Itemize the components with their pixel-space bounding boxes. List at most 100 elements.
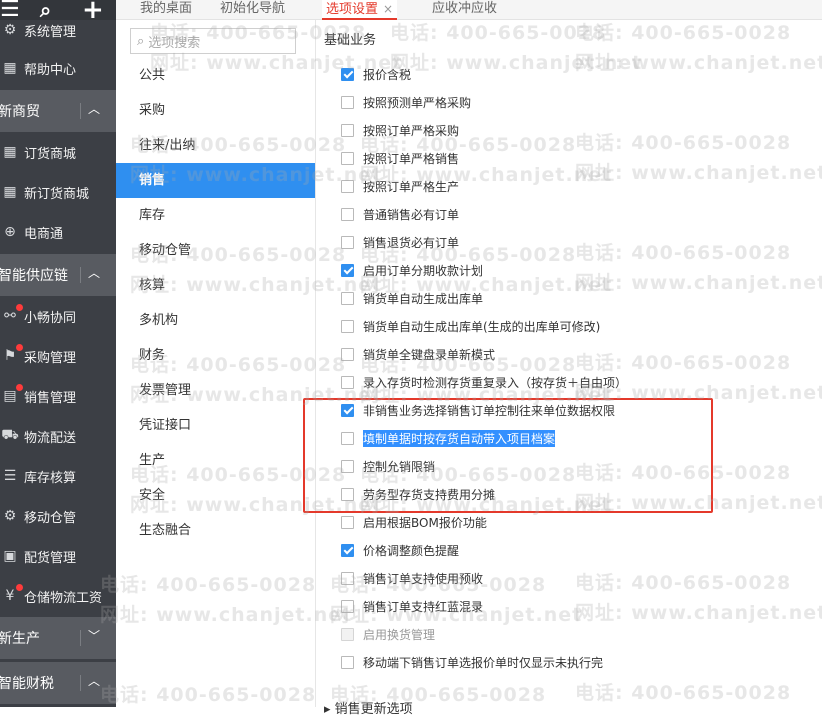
- option-checkbox[interactable]: [341, 319, 354, 333]
- warehouse-icon: ☰: [3, 468, 17, 484]
- option-row[interactable]: 销货单全键盘录单新模式: [341, 344, 495, 364]
- chevron-up-icon[interactable]: ︿: [88, 100, 100, 117]
- option-checkbox[interactable]: [341, 207, 354, 221]
- category-item[interactable]: 移动仓管: [116, 233, 314, 268]
- category-item[interactable]: 凭证接口: [116, 408, 314, 443]
- nav-item-label: 移动仓管: [24, 510, 77, 526]
- close-icon[interactable]: ×: [383, 2, 393, 16]
- nav-item-logistics[interactable]: ⛟ 物流配送: [0, 416, 116, 456]
- nav-item-inventory[interactable]: ☰ 库存核算: [0, 456, 116, 496]
- option-checkbox[interactable]: [341, 123, 354, 137]
- nav-item-new-order-mall[interactable]: ▦ 新订货商城: [0, 172, 116, 212]
- option-row[interactable]: 移动端下销售订单选报价单时仅显示未执行完: [341, 652, 603, 672]
- option-row[interactable]: 按照订单严格生产: [341, 176, 459, 196]
- nav-item-label: 帮助中心: [24, 62, 77, 78]
- sales-icon: ▤: [0, 384, 23, 404]
- option-label: 销售退货必有订单: [363, 235, 460, 250]
- nav-item-mobile-warehouse[interactable]: ⚙ 移动仓管: [0, 496, 116, 536]
- search-placeholder: 选项搜索: [148, 35, 201, 51]
- annotation-highlight-box: [303, 398, 713, 513]
- tab-option-settings[interactable]: 选项设置 ×: [322, 0, 398, 20]
- chevron-up-icon[interactable]: ︿: [88, 264, 100, 281]
- nav-group-supply-chain[interactable]: 智能供应链 ︿: [0, 254, 116, 296]
- nav-item-label: 新订货商城: [24, 186, 90, 202]
- nav-group-new-production[interactable]: 新生产 ﹀: [0, 617, 116, 659]
- nav-item-ecommerce[interactable]: ⊕ 电商通: [0, 212, 116, 252]
- chevron-up-icon[interactable]: ︿: [88, 672, 100, 689]
- option-checkbox[interactable]: [341, 543, 354, 557]
- option-label: 销货单自动生成出库单(生成的出库单可修改): [363, 319, 601, 334]
- option-row[interactable]: 销售订单支持使用预收: [341, 568, 483, 588]
- category-item[interactable]: 生态融合: [116, 513, 314, 548]
- option-row[interactable]: 销货单自动生成出库单(生成的出库单可修改): [341, 316, 600, 336]
- tab-receivable-offset[interactable]: 应收冲应收: [432, 0, 497, 20]
- option-label: 按照预测单严格采购: [363, 95, 472, 110]
- option-row[interactable]: 销售订单支持红蓝混录: [341, 596, 483, 616]
- help-icon: ▦: [3, 60, 17, 76]
- nav-item-wage[interactable]: ¥ 仓储物流工资: [0, 576, 116, 616]
- option-checkbox[interactable]: [341, 95, 354, 109]
- nav-group-finance[interactable]: 智能财税 ︿: [0, 662, 116, 704]
- option-checkbox[interactable]: [341, 291, 354, 305]
- option-label: 启用订单分期收款计划: [363, 263, 484, 278]
- option-checkbox[interactable]: [341, 599, 354, 613]
- category-item[interactable]: 生产: [116, 443, 314, 478]
- category-item[interactable]: 安全: [116, 478, 314, 513]
- nav-item-label: 仓储物流工资: [24, 590, 103, 606]
- option-label: 销售订单支持使用预收: [363, 571, 484, 586]
- option-checkbox[interactable]: [341, 571, 354, 585]
- nav-group-new-commerce[interactable]: 新商贸 ︿: [0, 90, 116, 132]
- option-row[interactable]: 按照订单严格销售: [341, 148, 459, 168]
- option-row[interactable]: 启用订单分期收款计划: [341, 260, 483, 280]
- option-label: 录入存货时检测存货重复录入（按存货＋自由项）: [363, 375, 628, 390]
- nav-item-distribution[interactable]: ▣ 配货管理: [0, 536, 116, 576]
- category-item[interactable]: 财务: [116, 338, 314, 373]
- category-item[interactable]: 销售: [116, 163, 315, 198]
- section-title: 基础业务: [324, 33, 377, 48]
- option-checkbox[interactable]: [341, 263, 354, 277]
- nav-item-system[interactable]: ⚙ 系统管理: [0, 16, 116, 44]
- category-item[interactable]: 多机构: [116, 303, 314, 338]
- category-item[interactable]: 公共: [116, 58, 314, 93]
- option-checkbox[interactable]: [341, 179, 354, 193]
- option-row[interactable]: 销货单自动生成出库单: [341, 288, 483, 308]
- option-category-list: ⌕ 选项搜索 公共 采购 往来/出纳 销售 库存 移动仓管 核算 多机构 财务 发票管理 凭证接口生…: [116, 20, 316, 707]
- option-checkbox[interactable]: [341, 151, 354, 165]
- nav-item-xiaochang[interactable]: ⚯ 小畅协同: [0, 296, 116, 336]
- notification-dot: [16, 304, 23, 311]
- option-row[interactable]: 普通销售必有订单: [341, 204, 459, 224]
- search-input[interactable]: ⌕ 选项搜索: [130, 28, 296, 54]
- option-checkbox[interactable]: [341, 375, 354, 389]
- nav-item-label: 系统管理: [24, 24, 77, 40]
- nav-item-order-mall[interactable]: ▦ 订货商城: [0, 132, 116, 172]
- nav-item-help[interactable]: ▦ 帮助中心: [0, 48, 116, 88]
- tab-init-guide[interactable]: 初始化导航: [220, 0, 285, 20]
- category-item[interactable]: 往来/出纳: [116, 128, 314, 163]
- option-row[interactable]: 按照订单严格采购: [341, 120, 459, 140]
- collaboration-icon: ⚯: [0, 304, 23, 324]
- tab-my-desktop[interactable]: 我的桌面: [140, 0, 192, 20]
- option-label: 销货单自动生成出库单: [363, 291, 484, 306]
- category-item[interactable]: 核算: [116, 268, 314, 303]
- tab-label: 选项设置: [326, 2, 379, 17]
- option-row[interactable]: 价格调整颜色提醒: [341, 540, 459, 560]
- nav-item-purchase[interactable]: ⚑ 采购管理: [0, 336, 116, 376]
- option-row[interactable]: 销售退货必有订单: [341, 232, 459, 252]
- option-row[interactable]: 启用根据BOM报价功能: [341, 512, 487, 532]
- category-item[interactable]: 发票管理: [116, 373, 314, 408]
- option-checkbox[interactable]: [341, 347, 354, 361]
- option-checkbox[interactable]: [341, 515, 354, 529]
- option-row[interactable]: 按照预测单严格采购: [341, 92, 471, 112]
- nav-item-sales[interactable]: ▤ 销售管理: [0, 376, 116, 416]
- option-checkbox[interactable]: [341, 655, 354, 669]
- category-item[interactable]: 采购: [116, 93, 314, 128]
- option-checkbox[interactable]: [341, 235, 354, 249]
- option-label: 启用根据BOM报价功能: [363, 515, 487, 530]
- option-row[interactable]: 报价含税: [341, 64, 411, 84]
- option-row[interactable]: 录入存货时检测存货重复录入（按存货＋自由项）: [341, 372, 627, 392]
- category-item[interactable]: 库存: [116, 198, 314, 233]
- chevron-down-icon[interactable]: ﹀: [88, 627, 100, 644]
- option-checkbox[interactable]: [341, 67, 354, 81]
- option-label: 销货单全键盘录单新模式: [363, 347, 496, 362]
- cart-icon: ⚑: [0, 344, 23, 364]
